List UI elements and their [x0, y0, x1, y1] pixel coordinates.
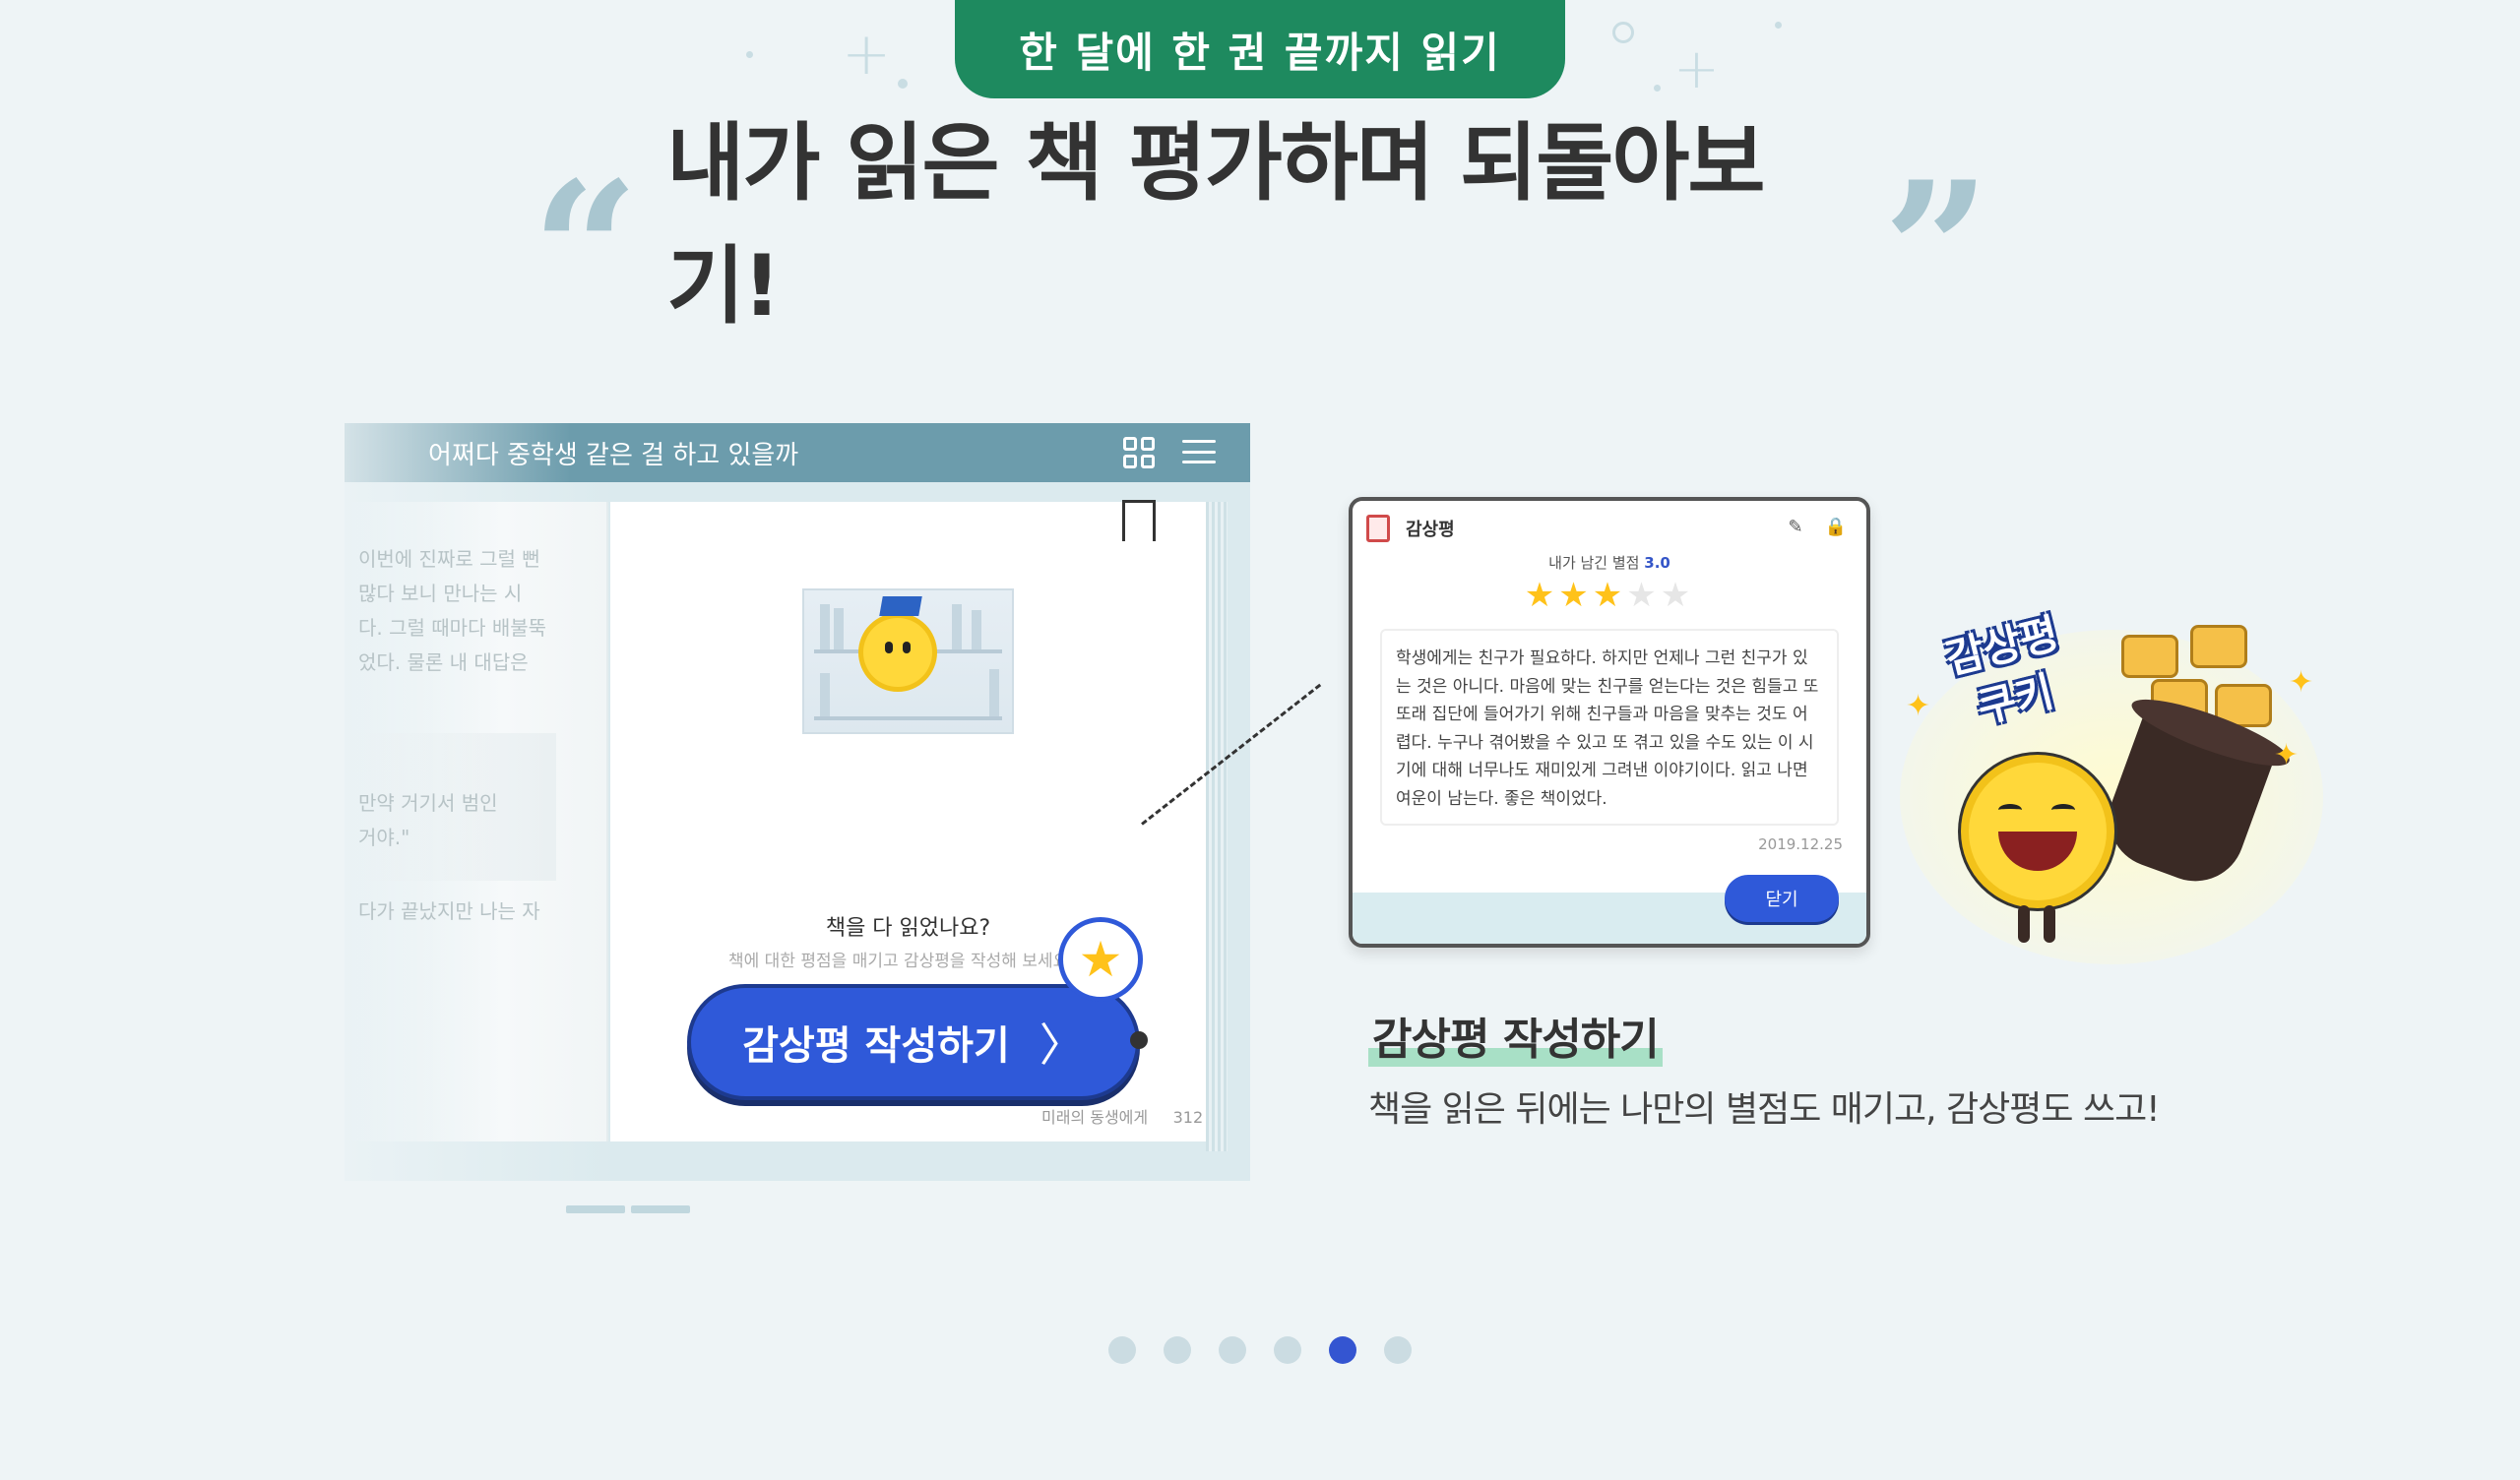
- mascot-icon: [863, 596, 932, 687]
- mascot-icon: [1969, 763, 2107, 900]
- left-page: 이번에 진짜로 그럴 뻔 많다 보니 만나는 시 다. 그럴 때마다 배불뚝 었…: [345, 502, 608, 1141]
- star-icon: ★: [1592, 576, 1627, 615]
- left-page-line: 었다. 물론 내 대답은: [358, 650, 529, 674]
- footer-book-title: 미래의 동생에게: [1041, 1108, 1149, 1127]
- rating-value: 3.0: [1644, 554, 1670, 572]
- dot-decoration: [1612, 22, 1634, 43]
- close-button[interactable]: 닫기: [1725, 875, 1839, 922]
- page-footer: 미래의 동생에게 312: [1041, 1104, 1203, 1128]
- left-page-line: 다가 끝났지만 나는 자: [358, 899, 540, 923]
- star-rating: ★★★★★: [1353, 576, 1866, 615]
- carousel-pager: [1108, 1336, 1412, 1364]
- pager-dot[interactable]: [1164, 1336, 1191, 1364]
- page-number: 312: [1172, 1108, 1204, 1127]
- finished-subtext: 책에 대한 평점을 매기고 감상평을 작성해 보세요.: [728, 952, 1074, 971]
- plus-decoration: +: [842, 20, 892, 89]
- plus-decoration: +: [1673, 37, 1720, 101]
- list-menu-icon[interactable]: [1182, 437, 1216, 466]
- star-icon: ★: [1058, 917, 1143, 1002]
- rating-label-text: 내가 남긴 별점: [1548, 554, 1640, 572]
- write-review-button[interactable]: 감상평 작성하기 〉: [687, 984, 1140, 1100]
- edit-icon[interactable]: ✎: [1788, 517, 1802, 537]
- page-headline: “ 내가 읽은 책 평가하며 되돌아보기! ”: [532, 114, 1988, 336]
- review-card: 감상평 ✎ 🔒 내가 남긴 별점 3.0 ★★★★★ 학생에게는 친구가 필요하…: [1349, 497, 1870, 948]
- reading-mascot-illustration: [802, 588, 1014, 734]
- page-edge: [1206, 502, 1228, 1151]
- review-cookie-illustration: 감상평 쿠키 ✦ ✦ ✦: [1900, 609, 2333, 964]
- lock-icon[interactable]: 🔒: [1825, 517, 1847, 537]
- book-title: 어쩌다 중학생 같은 걸 하고 있을까: [428, 440, 799, 470]
- left-page-line: 많다 보니 만나는 시: [358, 582, 523, 605]
- reader-toolbar: 어쩌다 중학생 같은 걸 하고 있을까: [345, 423, 1250, 482]
- page-tabs: [566, 1205, 690, 1213]
- reader-mockup: 어쩌다 중학생 같은 걸 하고 있을까 이번에 진짜로 그럴 뻔 많다 보니 만…: [345, 423, 1250, 1213]
- write-review-label: 감상평 작성하기: [742, 1023, 1010, 1069]
- document-icon: [1366, 515, 1390, 542]
- top-tab-banner: 한 달에 한 권 끝까지 읽기: [955, 0, 1565, 98]
- feature-title: 감상평 작성하기: [1368, 1004, 1663, 1067]
- headline-text: 내가 읽은 책 평가하며 되돌아보기!: [666, 114, 1765, 336]
- review-date: 2019.12.25: [1758, 835, 1843, 853]
- star-icon: ★: [1660, 576, 1695, 615]
- review-title: 감상평: [1406, 520, 1455, 540]
- left-page-line: 이번에 진짜로 그럴 뻔: [358, 547, 540, 571]
- open-quote-icon: “: [532, 157, 638, 276]
- left-page-line: 다. 그럴 때마다 배불뚝: [358, 616, 547, 640]
- dot-decoration: [746, 51, 753, 58]
- star-icon: ★: [1524, 576, 1559, 615]
- connector-dot: [1130, 1031, 1148, 1049]
- sparkle-icon: ✦: [1906, 689, 1931, 723]
- rating-label: 내가 남긴 별점 3.0: [1353, 552, 1866, 573]
- feature-description: 책을 읽은 뒤에는 나만의 별점도 매기고, 감상평도 쓰고!: [1368, 1089, 2161, 1130]
- pager-dot[interactable]: [1108, 1336, 1136, 1364]
- left-page-line: 만약 거기서 범인: [358, 791, 498, 815]
- pager-dot[interactable]: [1384, 1336, 1412, 1364]
- book-frame: 이번에 진짜로 그럴 뻔 많다 보니 만나는 시 다. 그럴 때마다 배불뚝 었…: [345, 482, 1250, 1213]
- dot-decoration: [1654, 85, 1661, 92]
- star-icon: ★: [1558, 576, 1593, 615]
- sparkle-icon: ✦: [2289, 665, 2314, 700]
- close-quote-icon: ”: [1882, 157, 1988, 276]
- star-icon: ★: [1626, 576, 1661, 615]
- sparkle-icon: ✦: [2274, 738, 2300, 772]
- pager-dot[interactable]: [1219, 1336, 1246, 1364]
- dot-decoration: [898, 79, 908, 89]
- pager-dot[interactable]: [1329, 1336, 1356, 1364]
- dot-decoration: [1775, 22, 1782, 29]
- review-body: 학생에게는 친구가 필요하다. 하지만 언제나 그런 친구가 있는 것은 아니다…: [1380, 629, 1839, 826]
- bookmark-icon[interactable]: [1122, 500, 1156, 555]
- pager-dot[interactable]: [1274, 1336, 1301, 1364]
- left-page-line: 거야.": [358, 826, 410, 849]
- grid-view-icon[interactable]: [1123, 437, 1155, 468]
- chevron-right-icon: 〉: [1039, 1018, 1085, 1072]
